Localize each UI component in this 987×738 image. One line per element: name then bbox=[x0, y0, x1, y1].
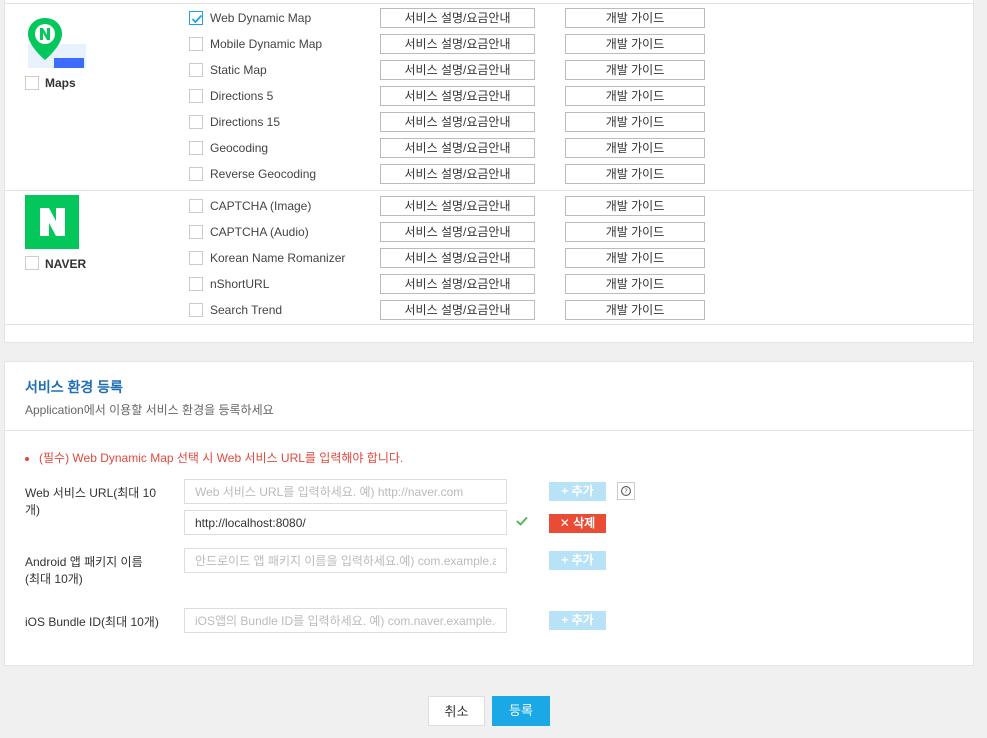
api-name: CAPTCHA (Audio) bbox=[210, 225, 309, 239]
divider bbox=[5, 430, 973, 431]
web-url-input[interactable] bbox=[184, 479, 507, 504]
label-line: Web 서비스 URL(최대 10 bbox=[25, 486, 157, 500]
web-url-registered-field[interactable] bbox=[184, 510, 507, 535]
api-name: Reverse Geocoding bbox=[210, 167, 317, 181]
api-name: CAPTCHA (Image) bbox=[210, 199, 312, 213]
api-row: CAPTCHA (Image) 서비스 설명/요금안내 개발 가이드 bbox=[189, 196, 709, 216]
api-name: Static Map bbox=[210, 63, 267, 77]
dev-guide-button[interactable]: 개발 가이드 bbox=[565, 34, 705, 54]
svg-text:?: ? bbox=[624, 488, 627, 495]
ios-add-button[interactable]: + 추가 bbox=[549, 611, 606, 630]
required-notice: (필수) Web Dynamic Map 선택 시 Web 서비스 URL를 입… bbox=[25, 449, 403, 466]
service-info-button[interactable]: 서비스 설명/요금안내 bbox=[380, 60, 535, 80]
valid-check-icon bbox=[516, 516, 528, 526]
api-name: Web Dynamic Map bbox=[210, 11, 312, 25]
web-url-add-button[interactable]: + 추가 bbox=[549, 482, 606, 501]
label-line: Android 앱 패키지 이름 bbox=[25, 555, 143, 569]
api-selection-panel: Maps Web Dynamic Map 서비스 설명/요금안내 개발 가이드 … bbox=[4, 0, 974, 343]
env-section-title: 서비스 환경 등록 bbox=[25, 379, 123, 395]
android-package-input[interactable] bbox=[184, 548, 507, 573]
api-row: Search Trend 서비스 설명/요금안내 개발 가이드 bbox=[189, 300, 709, 320]
service-info-button[interactable]: 서비스 설명/요금안내 bbox=[380, 196, 535, 216]
env-section-subtitle: Application에서 이용할 서비스 환경을 등록하세요 bbox=[25, 403, 274, 417]
label-line: 개) bbox=[25, 503, 41, 517]
naver-group-label: NAVER bbox=[45, 257, 87, 271]
api-checkbox[interactable] bbox=[189, 251, 203, 265]
dev-guide-button[interactable]: 개발 가이드 bbox=[565, 274, 705, 294]
service-info-button[interactable]: 서비스 설명/요금안내 bbox=[380, 164, 535, 184]
naver-maps-logo-icon bbox=[28, 18, 86, 68]
service-info-button[interactable]: 서비스 설명/요금안내 bbox=[380, 138, 535, 158]
api-row: Static Map 서비스 설명/요금안내 개발 가이드 bbox=[189, 60, 709, 80]
dev-guide-button[interactable]: 개발 가이드 bbox=[565, 60, 705, 80]
api-row: nShortURL 서비스 설명/요금안내 개발 가이드 bbox=[189, 274, 709, 294]
web-url-delete-button[interactable]: ✕ 삭제 bbox=[549, 514, 606, 533]
maps-group-checkbox[interactable] bbox=[25, 76, 39, 90]
api-name: Search Trend bbox=[210, 303, 283, 317]
ios-bundle-label: iOS Bundle ID(최대 10개) bbox=[25, 615, 159, 629]
api-checkbox[interactable] bbox=[189, 141, 203, 155]
api-group-naver: NAVER CAPTCHA (Image) 서비스 설명/요금안내 개발 가이드… bbox=[5, 190, 973, 325]
api-name: Mobile Dynamic Map bbox=[210, 37, 323, 51]
dev-guide-button[interactable]: 개발 가이드 bbox=[565, 164, 705, 184]
api-row: Geocoding 서비스 설명/요금안내 개발 가이드 bbox=[189, 138, 709, 158]
dev-guide-button[interactable]: 개발 가이드 bbox=[565, 300, 705, 320]
api-row: Web Dynamic Map 서비스 설명/요금안내 개발 가이드 bbox=[189, 8, 709, 28]
dev-guide-button[interactable]: 개발 가이드 bbox=[565, 112, 705, 132]
api-checkbox[interactable] bbox=[189, 89, 203, 103]
service-info-button[interactable]: 서비스 설명/요금안내 bbox=[380, 8, 535, 28]
bullet-icon bbox=[25, 456, 29, 461]
dev-guide-button[interactable]: 개발 가이드 bbox=[565, 86, 705, 106]
checkmark-icon bbox=[191, 14, 203, 24]
android-package-label: Android 앱 패키지 이름 (최대 10개) bbox=[25, 554, 143, 588]
label-line: (최대 10개) bbox=[25, 572, 83, 586]
service-info-button[interactable]: 서비스 설명/요금안내 bbox=[380, 112, 535, 132]
api-row: Directions 15 서비스 설명/요금안내 개발 가이드 bbox=[189, 112, 709, 132]
api-checkbox[interactable] bbox=[189, 277, 203, 291]
api-checkbox[interactable] bbox=[189, 167, 203, 181]
service-info-button[interactable]: 서비스 설명/요금안내 bbox=[380, 222, 535, 242]
api-checkbox[interactable] bbox=[189, 303, 203, 317]
ios-bundle-input[interactable] bbox=[184, 608, 507, 633]
naver-group-checkbox[interactable] bbox=[25, 256, 39, 270]
api-checkbox[interactable] bbox=[189, 115, 203, 129]
api-name: Geocoding bbox=[210, 141, 269, 155]
api-group-maps: Maps Web Dynamic Map 서비스 설명/요금안내 개발 가이드 … bbox=[5, 3, 973, 191]
maps-group-label: Maps bbox=[45, 76, 76, 90]
service-environment-panel: 서비스 환경 등록 Application에서 이용할 서비스 환경을 등록하세… bbox=[4, 361, 974, 666]
api-checkbox[interactable] bbox=[189, 225, 203, 239]
api-checkbox[interactable] bbox=[189, 63, 203, 77]
api-name: Directions 5 bbox=[210, 89, 274, 103]
api-checkbox[interactable] bbox=[189, 199, 203, 213]
dev-guide-button[interactable]: 개발 가이드 bbox=[565, 248, 705, 268]
cancel-button[interactable]: 취소 bbox=[428, 696, 485, 726]
api-checkbox[interactable] bbox=[189, 11, 203, 25]
api-row: Mobile Dynamic Map 서비스 설명/요금안내 개발 가이드 bbox=[189, 34, 709, 54]
api-name: nShortURL bbox=[210, 277, 270, 291]
api-row: Reverse Geocoding 서비스 설명/요금안내 개발 가이드 bbox=[189, 164, 709, 184]
api-row: Korean Name Romanizer 서비스 설명/요금안내 개발 가이드 bbox=[189, 248, 709, 268]
dev-guide-button[interactable]: 개발 가이드 bbox=[565, 138, 705, 158]
notice-text: (필수) Web Dynamic Map 선택 시 Web 서비스 URL를 입… bbox=[39, 451, 404, 465]
dev-guide-button[interactable]: 개발 가이드 bbox=[565, 8, 705, 28]
submit-button[interactable]: 등록 bbox=[492, 696, 550, 726]
api-row: Directions 5 서비스 설명/요금안내 개발 가이드 bbox=[189, 86, 709, 106]
android-add-button[interactable]: + 추가 bbox=[549, 551, 606, 570]
api-name: Directions 15 bbox=[210, 115, 281, 129]
service-info-button[interactable]: 서비스 설명/요금안내 bbox=[380, 274, 535, 294]
naver-logo-icon bbox=[25, 195, 79, 249]
service-info-button[interactable]: 서비스 설명/요금안내 bbox=[380, 86, 535, 106]
service-info-button[interactable]: 서비스 설명/요금안내 bbox=[380, 248, 535, 268]
dev-guide-button[interactable]: 개발 가이드 bbox=[565, 196, 705, 216]
help-icon[interactable]: ? bbox=[617, 482, 635, 500]
service-info-button[interactable]: 서비스 설명/요금안내 bbox=[380, 300, 535, 320]
web-url-label: Web 서비스 URL(최대 10 개) bbox=[25, 485, 156, 519]
api-checkbox[interactable] bbox=[189, 37, 203, 51]
dev-guide-button[interactable]: 개발 가이드 bbox=[565, 222, 705, 242]
api-row: CAPTCHA (Audio) 서비스 설명/요금안내 개발 가이드 bbox=[189, 222, 709, 242]
service-info-button[interactable]: 서비스 설명/요금안내 bbox=[380, 34, 535, 54]
api-name: Korean Name Romanizer bbox=[210, 251, 346, 265]
